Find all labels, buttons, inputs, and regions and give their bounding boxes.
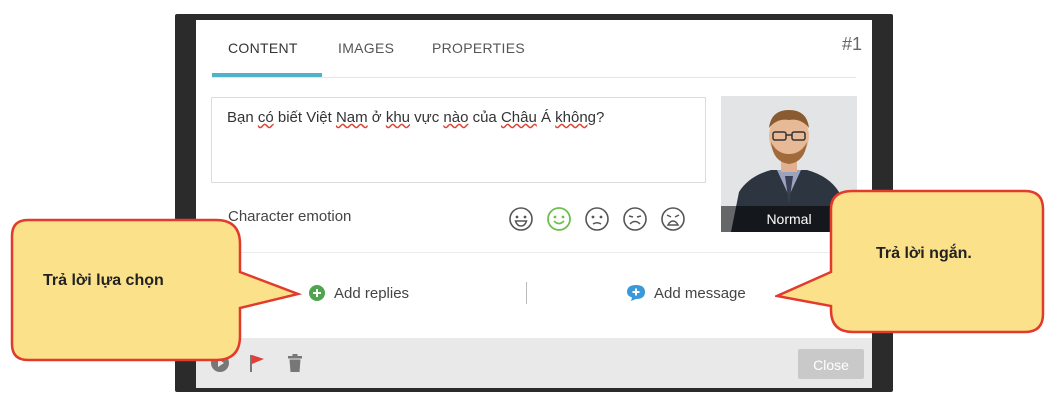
callout-left-text: Trả lời lựa chọn [43, 272, 164, 289]
emotion-sad-icon[interactable] [622, 206, 648, 232]
close-button[interactable]: Close [798, 349, 864, 379]
emotion-angry-icon[interactable] [660, 206, 686, 232]
add-replies-button[interactable]: Add replies [308, 284, 409, 302]
tab-divider [212, 77, 856, 78]
emotion-neutral-icon[interactable] [584, 206, 610, 232]
chat-bubble-plus-icon [627, 285, 645, 301]
emotion-happy-icon[interactable] [508, 206, 534, 232]
card-number: #1 [841, 34, 862, 54]
plus-circle-icon [309, 285, 325, 301]
callout-right-text: Trả lời ngắn. [876, 245, 972, 262]
emotion-smile-icon[interactable] [546, 206, 572, 232]
add-message-button[interactable]: Add message [626, 284, 746, 302]
actions-separator [526, 282, 527, 304]
add-replies-label: Add replies [334, 284, 410, 302]
tab-bar: CONTENT IMAGES PROPERTIES #1 [196, 20, 872, 78]
callout-left-shape [10, 218, 303, 362]
tab-images[interactable]: IMAGES [338, 40, 394, 56]
tab-properties[interactable]: PROPERTIES [432, 40, 525, 56]
tab-content[interactable]: CONTENT [228, 40, 298, 56]
add-message-label: Add message [654, 284, 746, 302]
content-text-field[interactable]: Bạn có biết Việt Nam ở khu vực nào của C… [211, 97, 706, 183]
